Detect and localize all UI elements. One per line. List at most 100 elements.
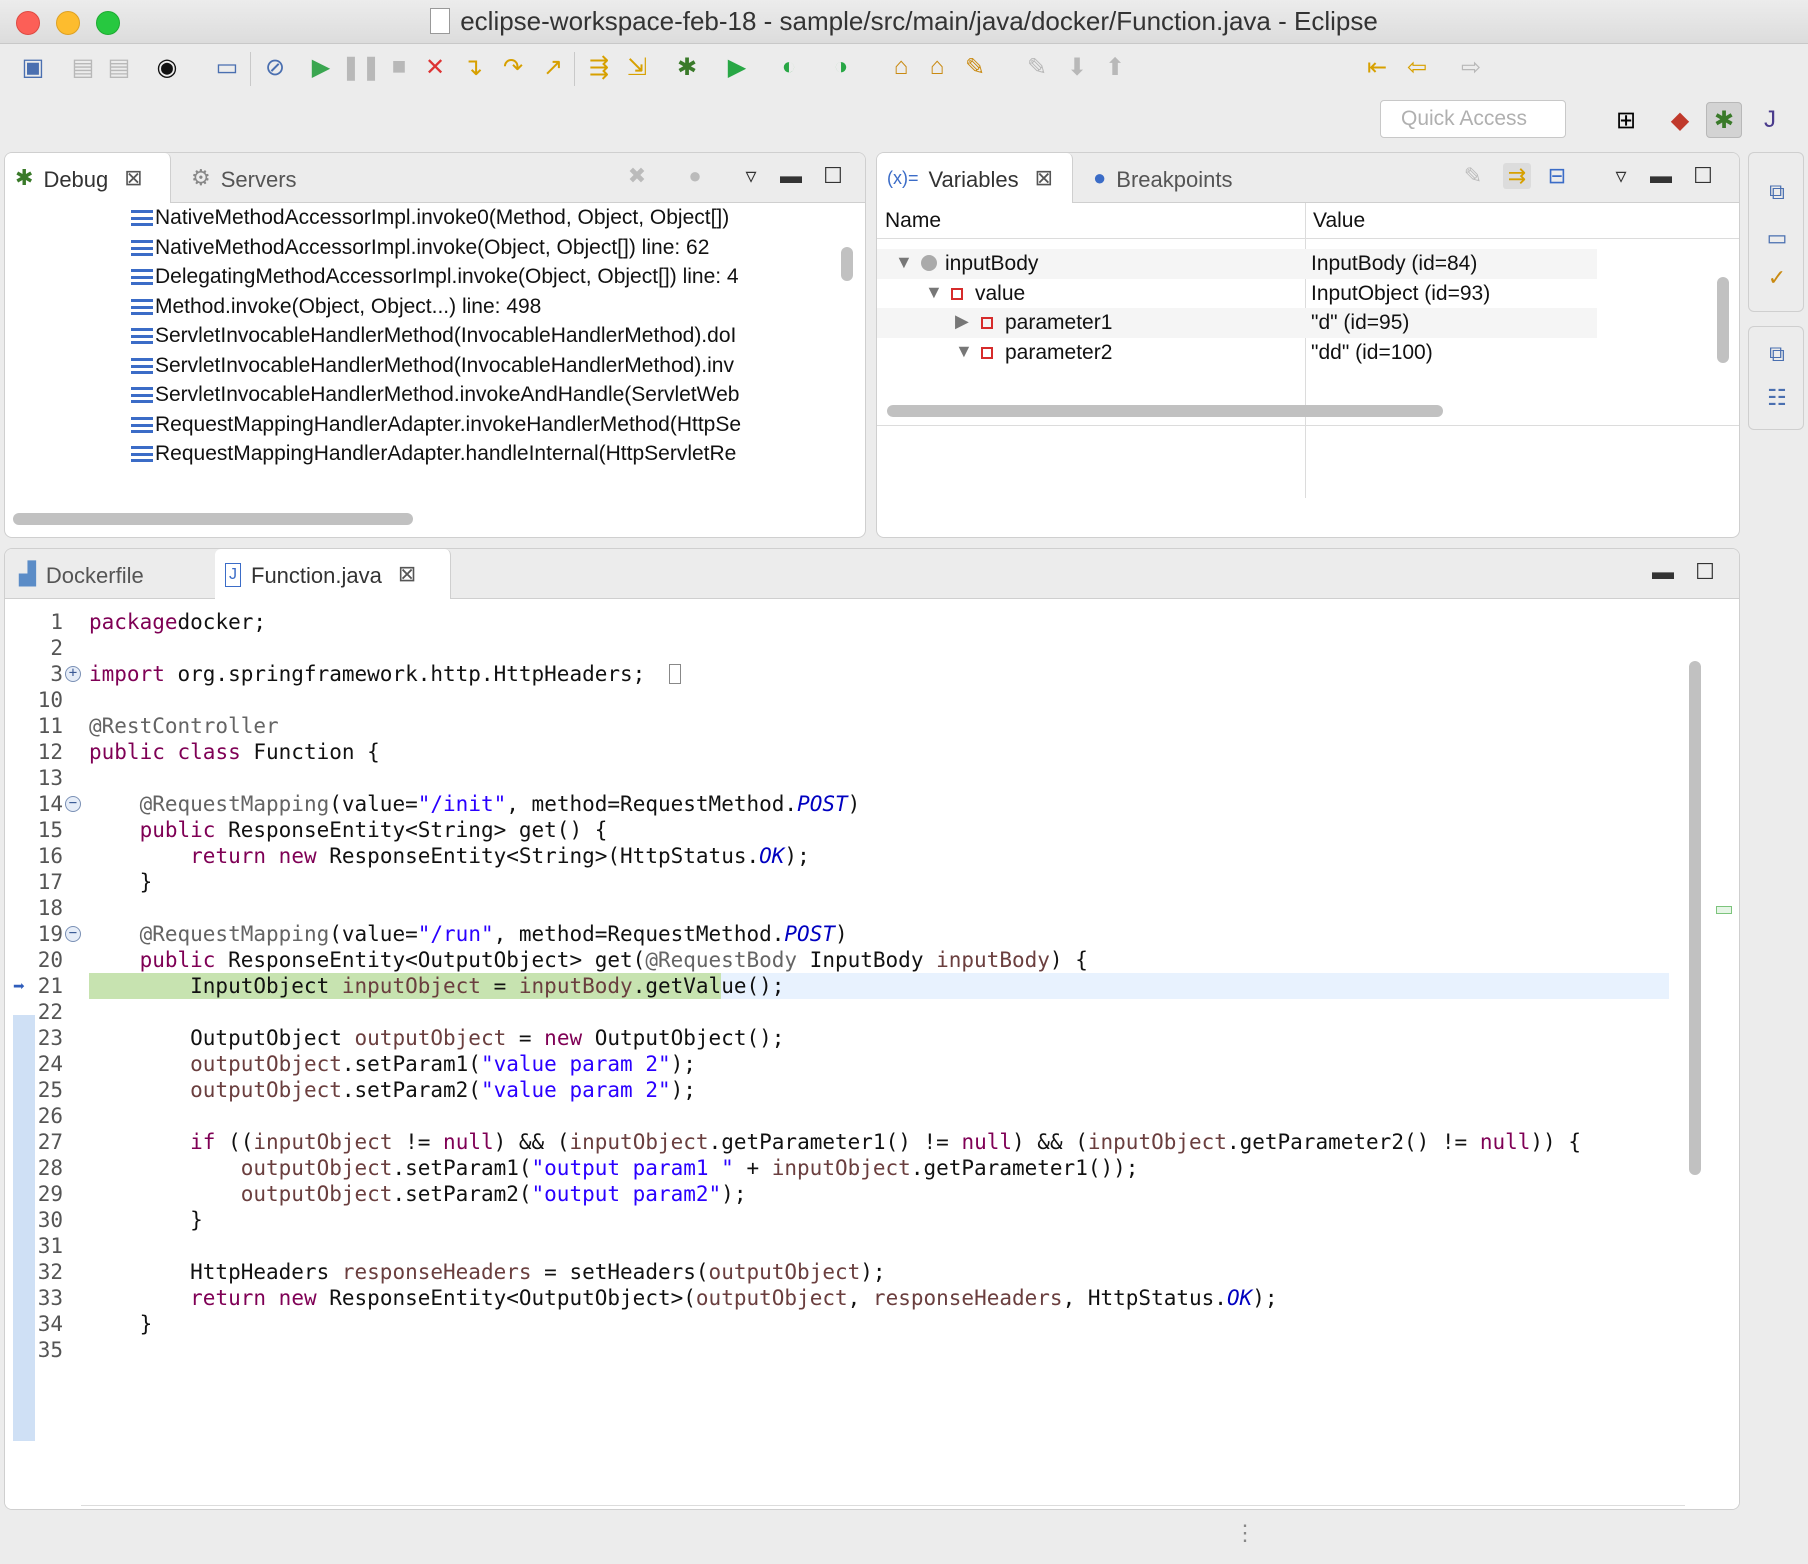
code-line[interactable]: 13: [5, 765, 1669, 791]
variable-row[interactable]: ▼ inputBody InputBody (id=84): [877, 249, 1597, 279]
tab-dockerfile[interactable]: ▟ Dockerfile: [9, 549, 205, 599]
code-line[interactable]: 19 @RequestMapping(value="/run", method=…: [5, 921, 1669, 947]
overview-ruler-mark[interactable]: [1716, 906, 1732, 914]
code-line[interactable]: 15 public ResponseEntity<String> get() {: [5, 817, 1669, 843]
search-icon[interactable]: ✎: [960, 52, 990, 82]
close-icon[interactable]: ⊠: [124, 167, 142, 189]
variable-row[interactable]: ▼ value InputObject (id=93): [877, 279, 1597, 309]
open-type-icon[interactable]: ⌂: [886, 52, 916, 82]
editor-vertical-scrollbar[interactable]: [1689, 661, 1701, 1175]
restore-icon[interactable]: ⧉: [1763, 179, 1791, 207]
code-line[interactable]: 31: [5, 1233, 1669, 1259]
column-header-name[interactable]: Name: [885, 209, 941, 233]
run-icon[interactable]: ▶: [722, 52, 752, 82]
stack-frame[interactable]: Method.invoke(Object, Object...) line: 4…: [5, 292, 835, 322]
tab-function-java[interactable]: J Function.java ⊠: [215, 549, 451, 599]
expand-fold-icon[interactable]: +: [65, 666, 81, 682]
code-line[interactable]: 3 import org.springframework.http.HttpHea…: [5, 661, 1669, 687]
tab-breakpoints[interactable]: ● Breakpoints: [1083, 153, 1283, 203]
column-header-value[interactable]: Value: [1313, 209, 1365, 233]
java-ee-perspective-icon[interactable]: ◆: [1662, 102, 1698, 138]
code-line[interactable]: 20 public ResponseEntity<OutputObject> g…: [5, 947, 1669, 973]
suspend-icon[interactable]: ❚❚: [341, 52, 381, 82]
vertical-scrollbar[interactable]: [841, 247, 853, 281]
horizontal-scrollbar[interactable]: [887, 405, 1443, 417]
code-line[interactable]: 26: [5, 1103, 1669, 1129]
stack-frame[interactable]: RequestMappingHandlerAdapter.invokeHandl…: [5, 410, 835, 440]
code-line[interactable]: 14 @RequestMapping(value="/init", method…: [5, 791, 1669, 817]
stack-frame[interactable]: DelegatingMethodAccessorImpl.invoke(Obje…: [5, 262, 835, 292]
back-icon[interactable]: ⇦: [1402, 52, 1432, 82]
tab-debug[interactable]: ✱ Debug ⊠: [5, 153, 171, 203]
code-line[interactable]: 23 OutputObject outputObject = new Outpu…: [5, 1025, 1669, 1051]
code-line[interactable]: 30 }: [5, 1207, 1669, 1233]
profile-icon[interactable]: ◉: [152, 52, 182, 82]
view-menu-icon[interactable]: ▿: [1607, 163, 1635, 189]
stack-frame[interactable]: NativeMethodAccessorImpl.invoke(Object, …: [5, 233, 835, 263]
code-line[interactable]: 12 public class Function {: [5, 739, 1669, 765]
maximize-view-icon[interactable]: ☐: [1689, 163, 1717, 189]
java-perspective-icon[interactable]: J: [1752, 102, 1788, 138]
remove-terminated-icon[interactable]: ✖: [623, 163, 651, 189]
code-line[interactable]: 34 }: [5, 1311, 1669, 1337]
code-line[interactable]: 16 return new ResponseEntity<String>(Htt…: [5, 843, 1669, 869]
minimize-view-icon[interactable]: ▬: [777, 163, 805, 189]
expand-triangle-icon[interactable]: ▶: [955, 311, 969, 332]
code-line[interactable]: 32 HttpHeaders responseHeaders = setHead…: [5, 1259, 1669, 1285]
variable-row[interactable]: ▼ parameter2 "dd" (id=100): [877, 338, 1597, 368]
tab-variables[interactable]: (x)= Variables ⊠: [877, 153, 1073, 203]
step-return-icon[interactable]: ↗: [538, 52, 568, 82]
quick-access-input[interactable]: Quick Access: [1380, 100, 1566, 138]
last-edit-icon[interactable]: ⇤: [1362, 52, 1392, 82]
code-line[interactable]: 18: [5, 895, 1669, 921]
save-all-icon[interactable]: ▤: [104, 52, 134, 82]
forward-icon[interactable]: ⇨: [1456, 52, 1486, 82]
use-step-filters-icon[interactable]: ⇲: [622, 52, 652, 82]
status-bar-resize-handle[interactable]: ⋮: [1234, 1520, 1256, 1546]
disconnect-icon[interactable]: ✕: [420, 52, 450, 82]
code-line[interactable]: 29 outputObject.setParam2("output param2…: [5, 1181, 1669, 1207]
view-menu-icon[interactable]: ▿: [737, 163, 765, 189]
tasks-view-icon[interactable]: ✓: [1763, 265, 1791, 293]
code-line[interactable]: 33 return new ResponseEntity<OutputObjec…: [5, 1285, 1669, 1311]
console-icon[interactable]: ▭: [212, 52, 242, 82]
open-perspective-icon[interactable]: ⊞: [1608, 102, 1644, 138]
code-line[interactable]: 27 if ((inputObject != null) && (inputOb…: [5, 1129, 1669, 1155]
horizontal-scrollbar[interactable]: [13, 513, 413, 525]
code-line[interactable]: 35: [5, 1337, 1669, 1363]
code-line[interactable]: 25 outputObject.setParam2("value param 2…: [5, 1077, 1669, 1103]
drop-to-frame-icon[interactable]: ⇶: [584, 52, 614, 82]
toggle-mark-occurrences-icon[interactable]: ✎: [1022, 52, 1052, 82]
step-into-icon[interactable]: ↴: [458, 52, 488, 82]
step-over-icon[interactable]: ↷: [498, 52, 528, 82]
code-line[interactable]: 21 InputObject inputObject = inputBody.g…: [5, 973, 1669, 999]
variable-row[interactable]: ▶ parameter1 "d" (id=95): [877, 308, 1597, 338]
minimize-editor-icon[interactable]: ▬: [1649, 559, 1677, 585]
stack-frame[interactable]: ServletInvocableHandlerMethod(InvocableH…: [5, 351, 835, 381]
collapse-triangle-icon[interactable]: ▼: [955, 341, 973, 362]
maximize-editor-icon[interactable]: ☐: [1691, 559, 1719, 585]
collapse-triangle-icon[interactable]: ▼: [895, 252, 913, 273]
code-line[interactable]: 28 outputObject.setParam1("output param1…: [5, 1155, 1669, 1181]
next-annotation-icon[interactable]: ⬇: [1062, 52, 1092, 82]
maximize-view-icon[interactable]: ☐: [819, 163, 847, 189]
previous-annotation-icon[interactable]: ⬆: [1100, 52, 1130, 82]
code-line[interactable]: 2: [5, 635, 1669, 661]
stack-frame[interactable]: ServletInvocableHandlerMethod.invokeAndH…: [5, 380, 835, 410]
code-line[interactable]: 11 @RestController: [5, 713, 1669, 739]
open-task-icon[interactable]: ⌂: [922, 52, 952, 82]
vertical-scrollbar[interactable]: [1717, 277, 1729, 363]
resume-icon[interactable]: ▶: [306, 52, 336, 82]
collapse-triangle-icon[interactable]: ▼: [925, 282, 943, 303]
debug-icon[interactable]: ✱: [672, 52, 702, 82]
debug-threads-icon[interactable]: ●: [681, 163, 709, 189]
stack-frame[interactable]: RequestMappingHandlerAdapter.handleInter…: [5, 439, 835, 469]
debug-perspective-icon[interactable]: ✱: [1706, 102, 1742, 138]
code-line[interactable]: 1 packagedocker;: [5, 609, 1669, 635]
tab-servers[interactable]: ⚙ Servers: [181, 153, 341, 203]
stack-frame[interactable]: ServletInvocableHandlerMethod(InvocableH…: [5, 321, 835, 351]
collapse-all-icon[interactable]: ⊟: [1543, 163, 1571, 189]
save-icon[interactable]: ▤: [68, 52, 98, 82]
show-type-names-icon[interactable]: ✎: [1459, 163, 1487, 189]
restore-icon[interactable]: ⧉: [1763, 341, 1791, 369]
